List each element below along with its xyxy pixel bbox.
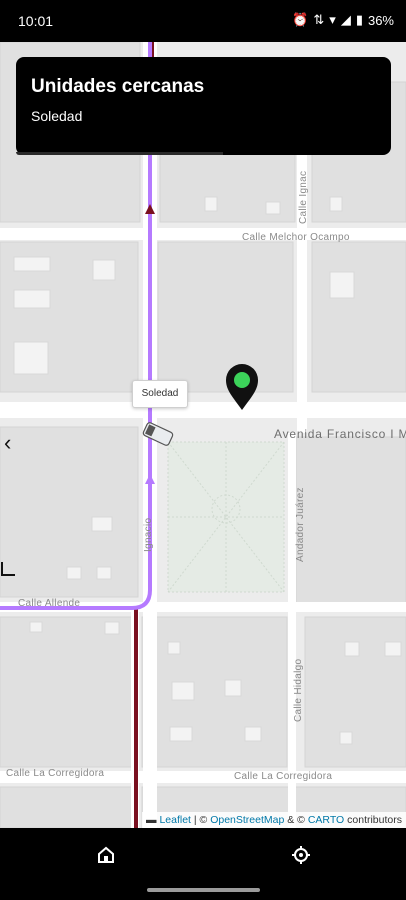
status-bar: 10:01 ⏰ ⇅ ▾ ◢ ▮ 36% [0, 0, 406, 42]
flag-icon: ▬ [146, 814, 157, 826]
panel-subtitle: Soledad [31, 108, 83, 124]
data-saver-icon: ⇅ [313, 12, 325, 27]
status-icons: ⏰ ⇅ ▾ ◢ ▮ 36% [292, 12, 394, 28]
battery-icon: ▮ [355, 12, 363, 27]
marker-tooltip: Soledad [132, 380, 188, 408]
street-label: Calle La Corregidora [6, 768, 105, 779]
osm-link[interactable]: OpenStreetMap [210, 814, 284, 826]
gear-icon[interactable] [286, 840, 316, 870]
wifi-icon: ▾ [329, 12, 336, 27]
street-label: Calle Hidalgo [293, 658, 304, 722]
status-time: 10:01 [18, 13, 54, 29]
street-label: Avenida Francisco I M [274, 427, 406, 441]
carto-link[interactable]: CARTO [308, 814, 344, 826]
home-icon[interactable] [91, 840, 121, 870]
street-label: Calle La Corregidora [234, 771, 333, 782]
street-label: Calle Ignac [298, 170, 309, 224]
bottom-navigation [0, 828, 406, 900]
street-label: Calle Melchor Ocampo [242, 232, 350, 243]
panel-title: Unidades cercanas [31, 76, 205, 97]
corner-icon [1, 562, 15, 576]
street-label: Calle Allende [18, 598, 81, 609]
panel-progress [16, 152, 223, 155]
map-attribution: ▬ Leaflet | © OpenStreetMap & © CARTO co… [142, 812, 406, 828]
gesture-bar[interactable] [147, 888, 260, 892]
leaflet-link[interactable]: Leaflet [159, 814, 191, 826]
street-label: Andador Juárez [295, 487, 306, 562]
signal-icon: ◢ [340, 12, 351, 27]
nearby-units-panel: Unidades cercanas Soledad [16, 57, 391, 155]
chevron-left-icon[interactable]: ‹ [4, 430, 26, 456]
map-view[interactable]: Calle Melchor Ocampo Avenida Francisco I… [0, 42, 406, 828]
battery-percent: 36% [367, 12, 394, 28]
alarm-icon: ⏰ [292, 12, 309, 27]
street-label: Ignacio [143, 517, 154, 552]
